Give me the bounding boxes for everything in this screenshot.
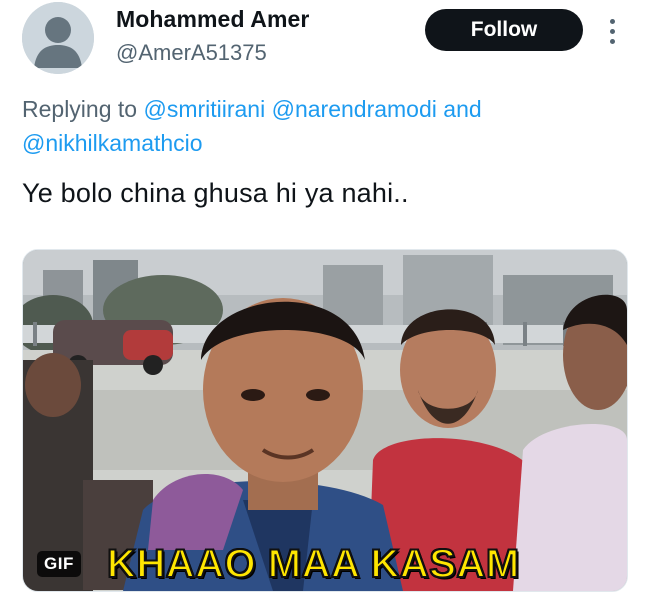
dot [609, 28, 615, 34]
replying-to: Replying to @smritiirani @narendramodi a… [22, 92, 622, 160]
dot [609, 38, 615, 44]
gif-badge: GIF [37, 551, 81, 577]
mention-smritiirani[interactable]: @smritiirani [143, 96, 265, 122]
more-vertical-icon[interactable] [600, 14, 624, 48]
gif-media[interactable]: GIF KHAAO MAA KASAM [22, 249, 628, 592]
avatar[interactable] [22, 2, 94, 74]
tweet-text: Ye bolo china ghusa hi ya nahi.. [22, 178, 409, 208]
author-handle[interactable]: @AmerA51375 [116, 40, 267, 66]
mention-and[interactable]: and [443, 96, 481, 122]
gif-still-image [23, 250, 627, 591]
dot [609, 18, 615, 24]
mention-narendramodi[interactable]: @narendramodi [272, 96, 437, 122]
follow-button[interactable]: Follow [425, 9, 583, 51]
replying-to-label: Replying to [22, 96, 138, 122]
author-name[interactable]: Mohammed Amer [116, 6, 309, 33]
gif-caption: KHAAO MAA KASAM [106, 541, 520, 587]
default-avatar-icon [22, 2, 94, 74]
mention-nikhilkamathcio[interactable]: @nikhilkamathcio [22, 130, 203, 156]
